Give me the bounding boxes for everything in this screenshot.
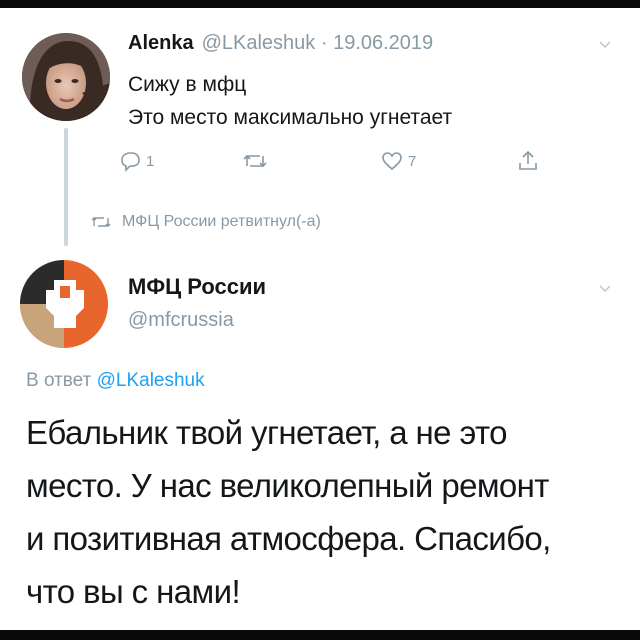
chevron-down-icon[interactable]	[598, 282, 612, 296]
like-count: 7	[408, 152, 417, 170]
chevron-down-icon[interactable]	[598, 38, 612, 52]
share-icon	[519, 150, 537, 170]
tweet-header: Alenka @LKaleshuk · 19.06.2019	[128, 32, 433, 55]
author-name[interactable]: Alenka	[128, 32, 194, 54]
retweet-icon	[91, 217, 111, 227]
reply-context: В ответ @LKaleshuk	[26, 370, 205, 392]
retweeted-indicator[interactable]: МФЦ России ретвитнул(-а)	[90, 213, 321, 231]
tweet-line: что вы с нами!	[26, 573, 241, 610]
tweet-line: Ебальник твой угнетает, а не это	[26, 414, 508, 451]
reply-icon	[121, 152, 140, 172]
retweeted-label: МФЦ России ретвитнул(-а)	[122, 213, 321, 230]
author-name[interactable]: МФЦ России	[128, 274, 266, 300]
share-button[interactable]	[516, 146, 540, 176]
avatar[interactable]	[20, 260, 108, 348]
tweet-screenshot: Alenka @LKaleshuk · 19.06.2019 Сижу в мфц…	[0, 0, 640, 640]
like-button[interactable]: 7	[380, 146, 416, 176]
tweet-line: Сижу в мфц	[128, 73, 247, 96]
avatar-photo-icon	[22, 33, 110, 121]
retweet-icon	[243, 154, 267, 168]
avatar[interactable]	[22, 33, 110, 121]
tweet-line: место. У нас великолепный ремонт	[26, 467, 549, 504]
tweet-text: Сижу в мфц Это место максимально угнетае…	[128, 68, 452, 134]
tweet-actions: 1 7	[118, 146, 558, 176]
author-meta[interactable]: @LKaleshuk · 19.06.2019	[202, 32, 434, 54]
author-handle[interactable]: @mfcrussia	[128, 309, 234, 332]
tweet-line: Это место максимально угнетает	[128, 106, 453, 129]
reply-handle-link[interactable]: @LKaleshuk	[97, 370, 205, 391]
reply-count: 1	[146, 152, 155, 170]
reply-button[interactable]: 1	[118, 146, 154, 176]
retweet-button[interactable]	[242, 146, 268, 176]
reply-prefix: В ответ	[26, 370, 92, 391]
tweet-line: и позитивная атмосфера. Спасибо,	[26, 520, 551, 557]
like-icon	[382, 152, 402, 171]
thread-connector	[64, 128, 68, 246]
tweet-text: Ебальник твой угнетает, а не это место. …	[26, 406, 626, 618]
mfc-logo-icon	[20, 260, 108, 348]
